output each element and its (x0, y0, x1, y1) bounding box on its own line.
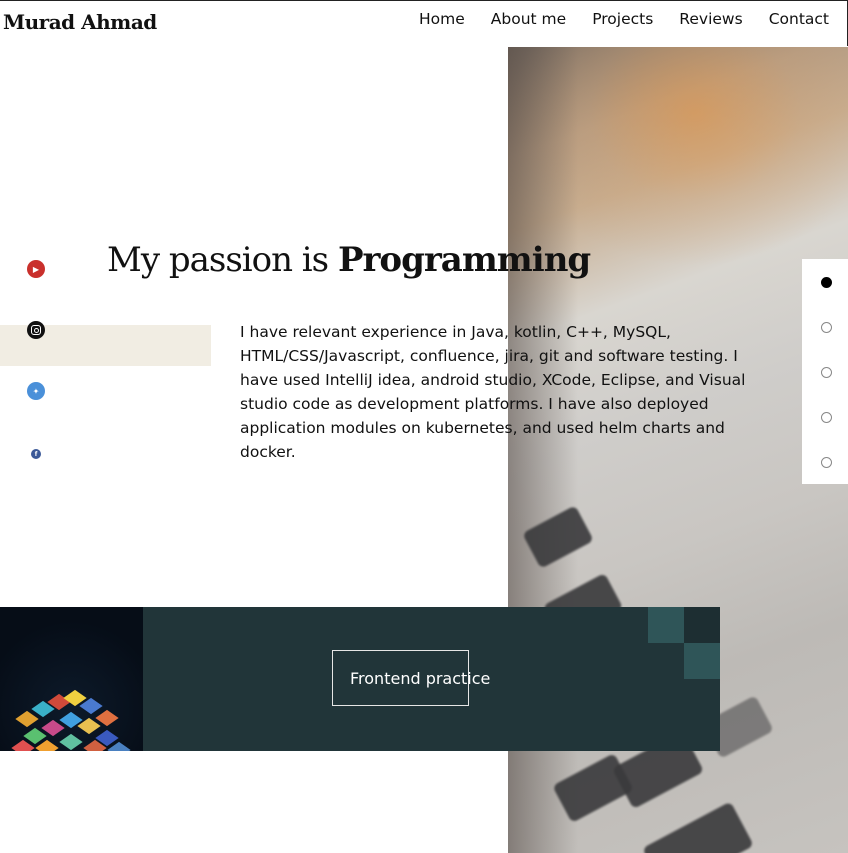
frontend-practice-button[interactable]: Frontend practice (350, 669, 490, 688)
slide-indicator (802, 259, 848, 484)
nav-contact[interactable]: Contact (769, 10, 829, 28)
nav-projects[interactable]: Projects (592, 10, 653, 28)
hero-title: My passion is Programming (107, 240, 591, 280)
facebook-icon[interactable]: f (31, 449, 41, 459)
site-header: Murad Ahmad Home About me Projects Revie… (0, 0, 848, 46)
youtube-icon[interactable]: ▶ (27, 260, 45, 278)
project-cube-image (0, 607, 143, 751)
hero-title-highlight: Programming (337, 240, 591, 280)
main-nav: Home About me Projects Reviews Contact (419, 10, 829, 28)
nav-about-me[interactable]: About me (491, 10, 566, 28)
hero-title-prefix: My passion is (107, 240, 338, 280)
twitter-icon[interactable]: ✦ (27, 382, 45, 400)
project-banner: Frontend practice (0, 607, 720, 751)
slide-dot-3[interactable] (821, 367, 832, 378)
nav-reviews[interactable]: Reviews (679, 10, 742, 28)
brand-logo[interactable]: Murad Ahmad (3, 10, 157, 34)
slide-dot-4[interactable] (821, 412, 832, 423)
slide-dot-5[interactable] (821, 457, 832, 468)
slide-dot-1[interactable] (821, 277, 832, 288)
instagram-icon[interactable] (27, 321, 45, 339)
slide-dot-2[interactable] (821, 322, 832, 333)
hero-description: I have relevant experience in Java, kotl… (240, 323, 746, 461)
nav-home[interactable]: Home (419, 10, 465, 28)
